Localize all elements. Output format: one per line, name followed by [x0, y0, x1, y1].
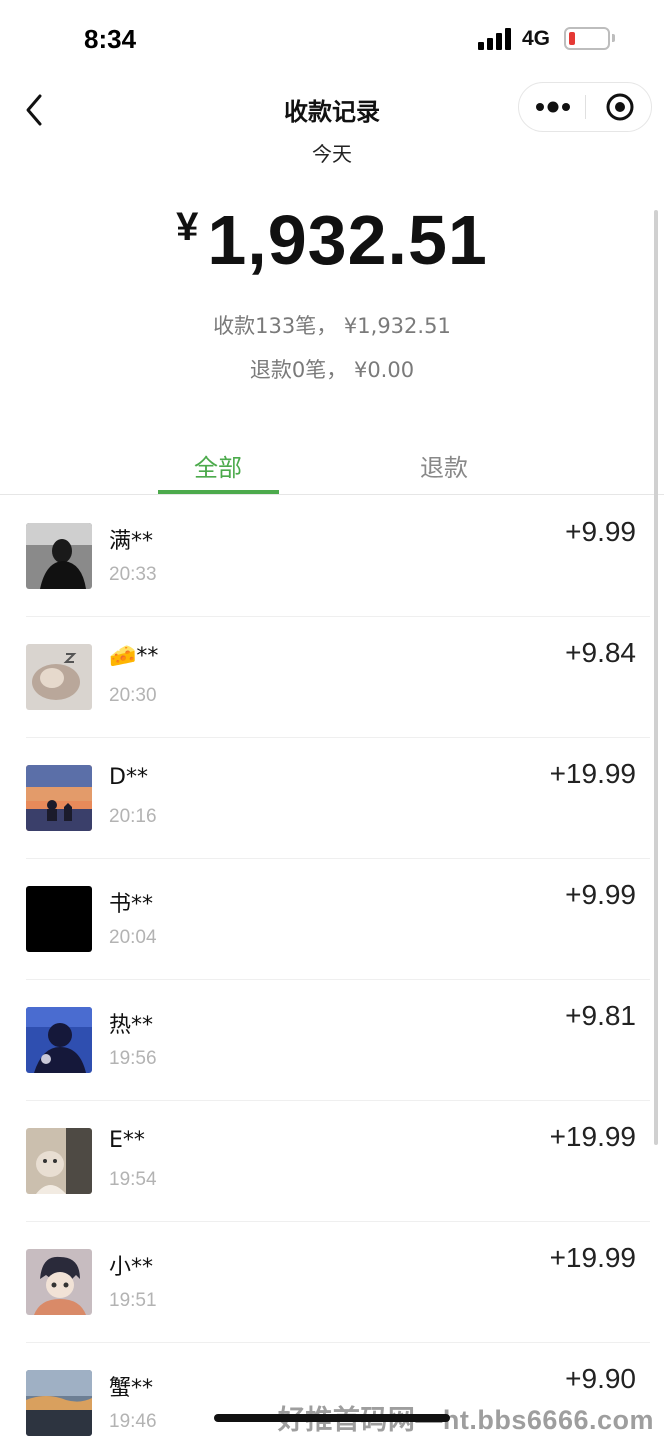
transaction-row[interactable]: 🧀** 20:30 +9.84 — [0, 617, 664, 738]
currency-symbol: ¥ — [176, 205, 200, 249]
avatar — [26, 1128, 92, 1194]
more-dots-icon — [536, 101, 570, 113]
transaction-amount: +9.99 — [565, 516, 636, 547]
total-amount-value: 1,932.51 — [207, 201, 488, 279]
transaction-time: 20:16 — [109, 806, 157, 827]
transaction-amount: +9.90 — [565, 1363, 636, 1394]
transaction-time: 19:51 — [109, 1290, 157, 1311]
scrollbar[interactable] — [654, 210, 658, 1145]
avatar — [26, 765, 92, 831]
status-bar: 8:34 4G — [0, 0, 664, 80]
active-tab-indicator — [158, 490, 279, 494]
status-time: 8:34 — [84, 24, 137, 54]
transaction-row[interactable]: 书** 20:04 +9.99 — [0, 859, 664, 980]
battery-icon — [564, 27, 610, 50]
avatar — [26, 644, 92, 710]
transaction-time: 20:30 — [109, 685, 157, 706]
payer-name: 小** — [109, 1255, 154, 1280]
transaction-time: 19:56 — [109, 1048, 157, 1069]
navigation-bar: 收款记录 — [0, 80, 664, 138]
transaction-time: 20:33 — [109, 564, 157, 585]
transaction-time: 19:46 — [109, 1411, 157, 1432]
payer-name: 满** — [109, 529, 154, 554]
receipts-summary: 收款133笔， ¥1,932.51 — [213, 314, 451, 338]
transaction-amount: +9.81 — [565, 1000, 636, 1031]
tab-refund[interactable]: 退款 — [364, 448, 524, 483]
payer-name: 蟹** — [109, 1376, 154, 1401]
transaction-row[interactable]: 热** 19:56 +9.81 — [0, 980, 664, 1101]
filter-tabs: 全部 退款 — [0, 440, 664, 495]
network-label: 4G — [522, 27, 551, 50]
avatar — [26, 886, 92, 952]
transaction-amount: +19.99 — [549, 1242, 636, 1273]
avatar — [26, 1370, 92, 1436]
signal-icon — [478, 28, 514, 50]
payer-name: 热** — [109, 1013, 154, 1038]
transaction-row[interactable]: 小** 19:51 +19.99 — [0, 1222, 664, 1343]
battery-tip — [612, 34, 615, 42]
total-amount: ¥1,932.51 — [0, 200, 664, 280]
transaction-amount: +9.84 — [565, 637, 636, 668]
transaction-amount: +19.99 — [549, 1121, 636, 1152]
refunds-summary: 退款0笔， ¥0.00 — [249, 358, 415, 382]
close-mini-program-button[interactable] — [586, 83, 652, 131]
transaction-time: 20:04 — [109, 927, 157, 948]
transaction-amount: +19.99 — [549, 758, 636, 789]
avatar — [26, 523, 92, 589]
more-button[interactable] — [519, 83, 585, 131]
avatar — [26, 1249, 92, 1315]
home-indicator[interactable] — [214, 1414, 450, 1422]
target-close-icon — [606, 93, 634, 121]
transaction-time: 19:54 — [109, 1169, 157, 1190]
transaction-row[interactable]: 满** 20:33 +9.99 — [0, 496, 664, 617]
transaction-amount: +9.99 — [565, 879, 636, 910]
payer-name: 🧀** — [109, 644, 159, 669]
mini-program-capsule — [518, 82, 652, 132]
payer-name: D** — [109, 765, 148, 790]
tab-all[interactable]: 全部 — [138, 448, 298, 483]
date-label: 今天 — [312, 142, 352, 166]
payer-name: 书** — [109, 892, 154, 917]
payer-name: E** — [109, 1128, 145, 1153]
avatar — [26, 1007, 92, 1073]
transaction-row[interactable]: D** 20:16 +19.99 — [0, 738, 664, 859]
transaction-row[interactable]: E** 19:54 +19.99 — [0, 1101, 664, 1222]
